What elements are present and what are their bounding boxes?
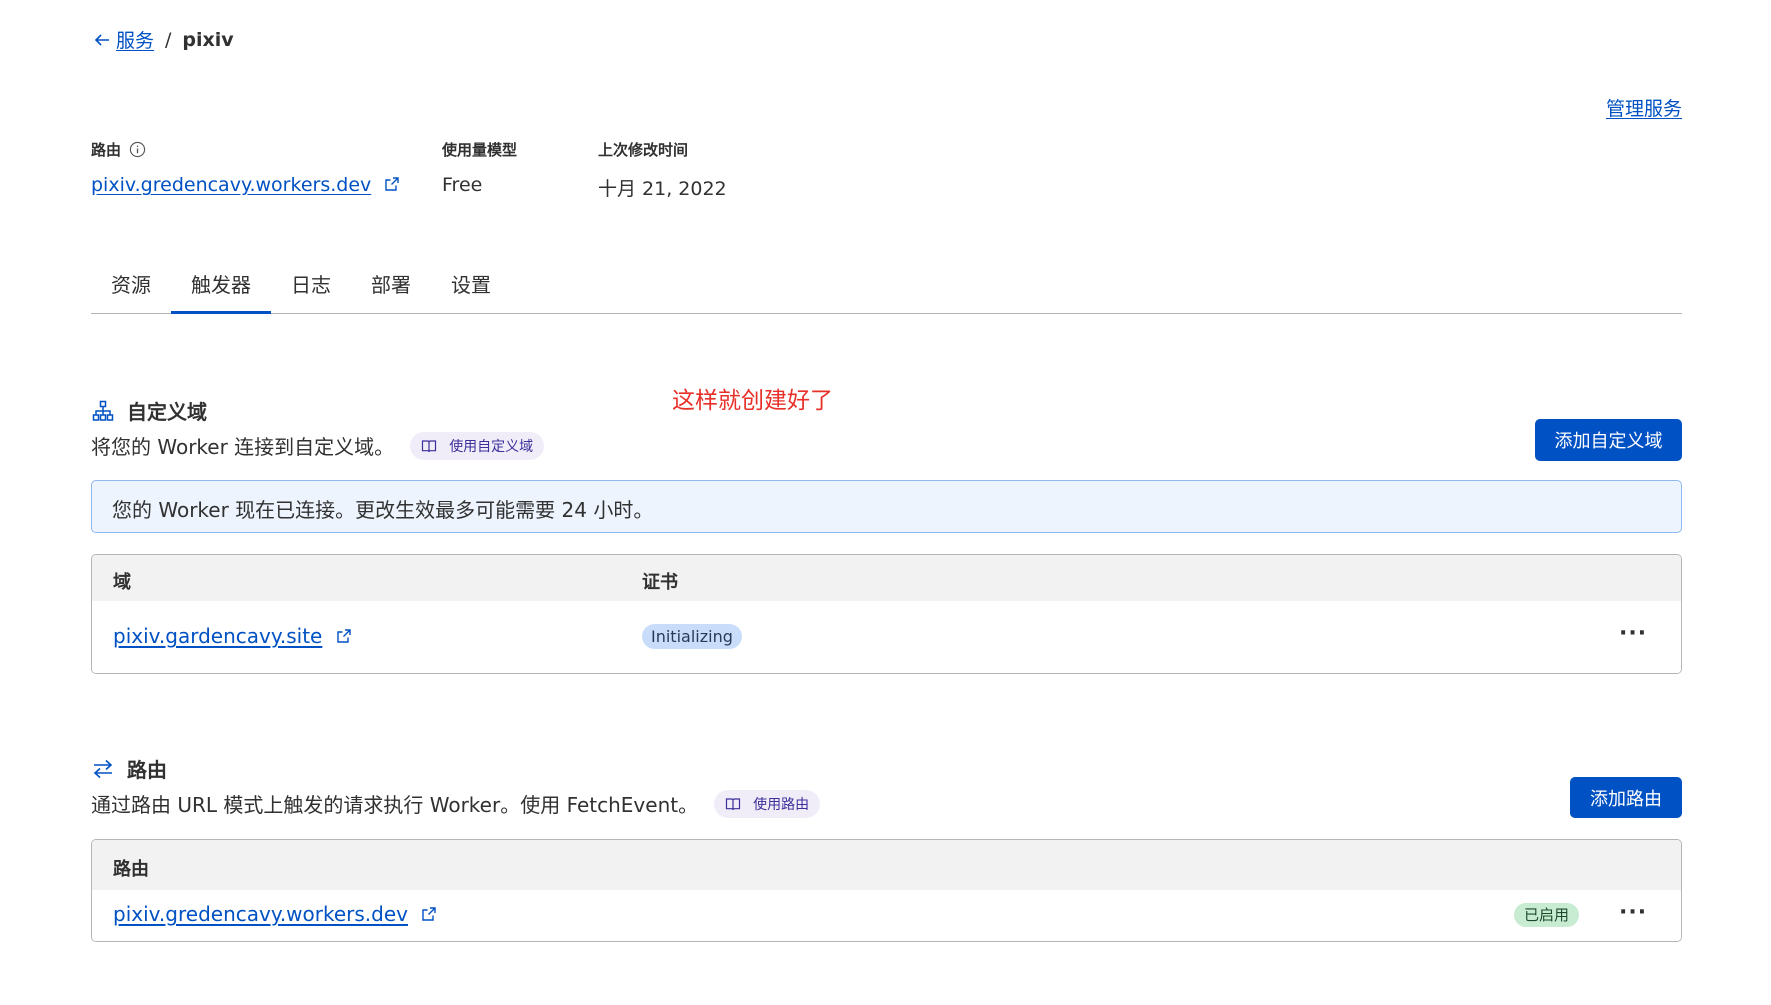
routes-heading: 路由 bbox=[92, 754, 167, 783]
connected-notice: 您的 Worker 现在已连接。更改生效最多可能需要 24 小时。 bbox=[91, 480, 1682, 533]
custom-domains-doc-link[interactable]: 使用自定义域 bbox=[410, 431, 545, 460]
tab-bar: 资源 触发器 日志 部署 设置 bbox=[91, 257, 1682, 314]
external-link-icon[interactable] bbox=[384, 176, 400, 192]
meta-route-label: 路由 bbox=[91, 141, 122, 159]
sitemap-icon bbox=[92, 400, 114, 421]
meta-route-value-row: pixiv.gredencavy.workers.dev bbox=[91, 174, 400, 196]
routes-desc-row: 通过路由 URL 模式上触发的请求执行 Worker。使用 FetchEvent… bbox=[91, 789, 821, 818]
tab-triggers[interactable]: 触发器 bbox=[171, 257, 271, 314]
table-header: 路由 bbox=[92, 840, 1681, 890]
custom-domains-table: 域 证书 pixiv.gardencavy.site Initializing … bbox=[91, 554, 1682, 674]
back-link[interactable]: 服务 bbox=[92, 26, 154, 53]
worker-route-link[interactable]: pixiv.gredencavy.workers.dev bbox=[91, 174, 371, 196]
certificate-status-badge: Initializing bbox=[642, 624, 742, 649]
meta-route: 路由 pixiv.gredencavy.workers.dev bbox=[91, 139, 400, 196]
routes-title: 路由 bbox=[127, 758, 167, 782]
custom-domains-description: 将您的 Worker 连接到自定义域。 bbox=[91, 435, 395, 459]
tab-deployments[interactable]: 部署 bbox=[351, 257, 431, 314]
breadcrumb-separator: / bbox=[165, 28, 172, 51]
tab-resources[interactable]: 资源 bbox=[91, 257, 171, 314]
tab-settings[interactable]: 设置 bbox=[431, 257, 511, 314]
route-cell: pixiv.gredencavy.workers.dev bbox=[113, 902, 437, 926]
annotation-text: 这样就创建好了 bbox=[672, 388, 833, 414]
meta-usage: 使用量模型 Free bbox=[442, 139, 517, 196]
info-icon[interactable] bbox=[129, 141, 146, 158]
meta-usage-value: Free bbox=[442, 174, 483, 196]
meta-modified-value: 十月 21, 2022 bbox=[598, 178, 727, 200]
custom-domains-title: 自定义域 bbox=[127, 400, 207, 424]
route-status-badge: 已启用 bbox=[1514, 903, 1580, 927]
row-actions-button[interactable]: ··· bbox=[1619, 621, 1647, 646]
routes-doc-label[interactable]: 使用路由 bbox=[753, 794, 809, 814]
column-header-domain: 域 bbox=[113, 572, 131, 593]
add-custom-domain-button[interactable]: 添加自定义域 bbox=[1535, 419, 1682, 461]
tab-logs[interactable]: 日志 bbox=[271, 257, 351, 314]
custom-domains-doc-label[interactable]: 使用自定义域 bbox=[449, 436, 533, 456]
add-route-button[interactable]: 添加路由 bbox=[1570, 777, 1682, 818]
breadcrumb-current: pixiv bbox=[182, 28, 234, 51]
book-icon bbox=[422, 439, 437, 452]
custom-domains-desc-row: 将您的 Worker 连接到自定义域。 使用自定义域 bbox=[91, 431, 545, 460]
meta-usage-label: 使用量模型 bbox=[442, 141, 518, 159]
breadcrumb: 服务 / pixiv bbox=[92, 26, 234, 53]
row-actions-button[interactable]: ··· bbox=[1619, 900, 1647, 925]
table-row: pixiv.gredencavy.workers.dev 已启用 ··· bbox=[92, 890, 1681, 941]
routes-table: 路由 pixiv.gredencavy.workers.dev 已启用 ··· bbox=[91, 839, 1682, 942]
book-icon bbox=[725, 797, 741, 810]
route-status-cell: 已启用 bbox=[1514, 903, 1580, 927]
table-row: pixiv.gardencavy.site Initializing ··· bbox=[92, 601, 1681, 673]
column-header-certificate: 证书 bbox=[642, 572, 678, 593]
meta-modified: 上次修改时间 十月 21, 2022 bbox=[598, 139, 727, 201]
meta-route-label-row: 路由 bbox=[91, 139, 400, 160]
manage-service-link[interactable]: 管理服务 bbox=[1606, 94, 1682, 121]
custom-domains-heading: 自定义域 bbox=[92, 396, 207, 425]
table-header: 域 证书 bbox=[92, 555, 1681, 601]
external-link-icon[interactable] bbox=[421, 906, 437, 922]
routes-description: 通过路由 URL 模式上触发的请求执行 Worker。使用 FetchEvent… bbox=[91, 793, 699, 817]
arrow-left-icon bbox=[94, 33, 109, 46]
back-link-label[interactable]: 服务 bbox=[116, 26, 154, 53]
route-link[interactable]: pixiv.gredencavy.workers.dev bbox=[113, 902, 408, 926]
meta-modified-label: 上次修改时间 bbox=[598, 141, 689, 159]
certificate-cell: Initializing bbox=[642, 624, 742, 649]
routes-doc-link[interactable]: 使用路由 bbox=[714, 789, 821, 818]
domain-link[interactable]: pixiv.gardencavy.site bbox=[113, 624, 322, 648]
domain-cell: pixiv.gardencavy.site bbox=[113, 624, 352, 648]
arrows-exchange-icon bbox=[93, 759, 113, 778]
column-header-route: 路由 bbox=[113, 859, 149, 880]
external-link-icon[interactable] bbox=[336, 628, 352, 644]
